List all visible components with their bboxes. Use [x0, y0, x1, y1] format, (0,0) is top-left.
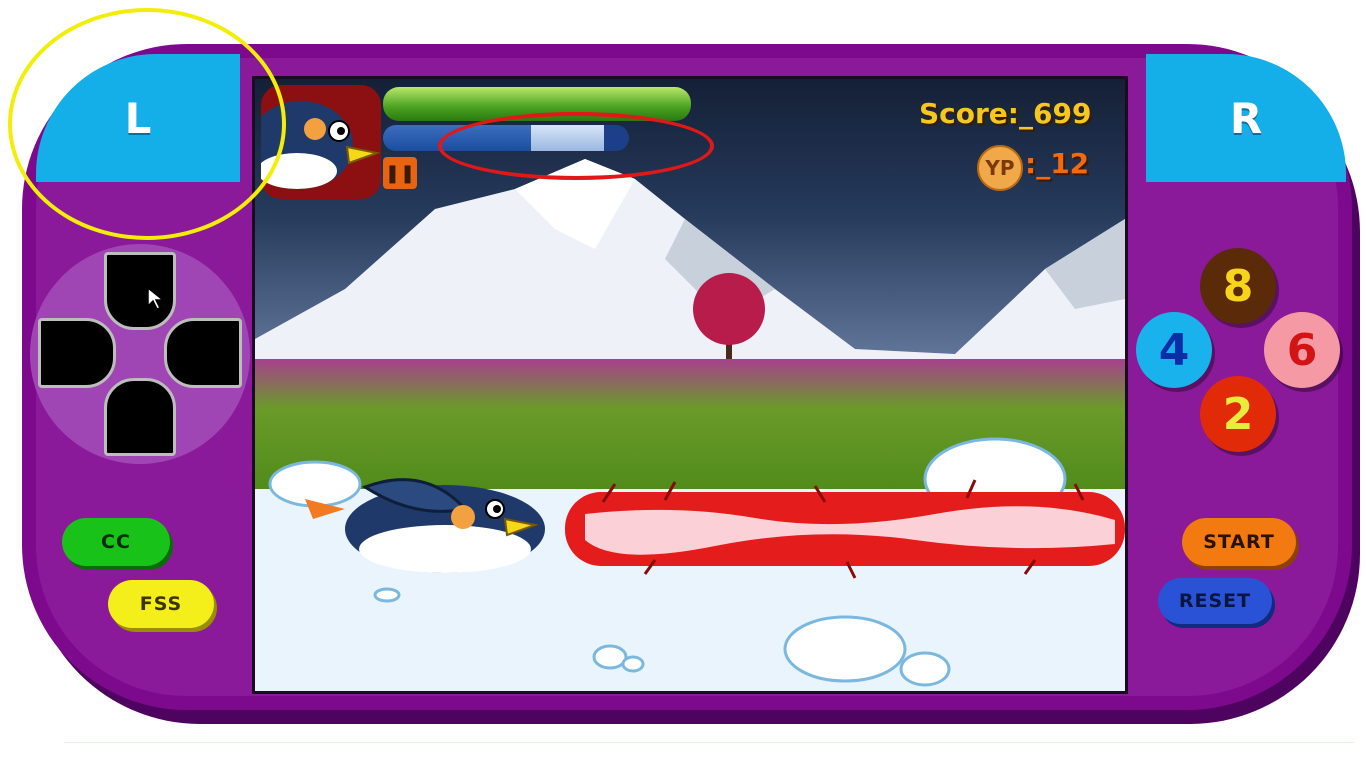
yp-count: :_12 — [1025, 147, 1090, 180]
reset-button[interactable]: RESET — [1158, 578, 1272, 624]
dpad-right-button[interactable] — [164, 318, 242, 388]
score-label: Score:_699 — [919, 97, 1092, 130]
start-button[interactable]: START — [1182, 518, 1296, 566]
fss-button[interactable]: FSS — [108, 580, 214, 628]
button-2[interactable]: 2 — [1200, 376, 1276, 452]
penguin-player — [305, 478, 545, 573]
cc-button[interactable]: CC — [62, 518, 170, 566]
red-log-obstacle — [565, 479, 1125, 579]
pink-tree — [693, 273, 765, 364]
button-8[interactable]: 8 — [1200, 248, 1276, 324]
button-6[interactable]: 6 — [1264, 312, 1340, 388]
page-divider — [64, 742, 1354, 743]
mouse-cursor-icon — [147, 286, 166, 310]
yp-coin-icon: YP — [977, 145, 1023, 191]
pause-icon: ❚❚ — [384, 162, 416, 184]
pause-button[interactable]: ❚❚ — [383, 157, 417, 189]
r-shoulder-button[interactable]: R — [1146, 54, 1346, 182]
button-4[interactable]: 4 — [1136, 312, 1212, 388]
dpad-down-button[interactable] — [104, 378, 176, 456]
red-annotation-ellipse — [438, 112, 714, 180]
dpad-left-button[interactable] — [38, 318, 116, 388]
yellow-annotation-circle — [8, 8, 286, 240]
game-screen[interactable]: ❚❚ Score:_699 YP :_12 — [252, 76, 1128, 694]
